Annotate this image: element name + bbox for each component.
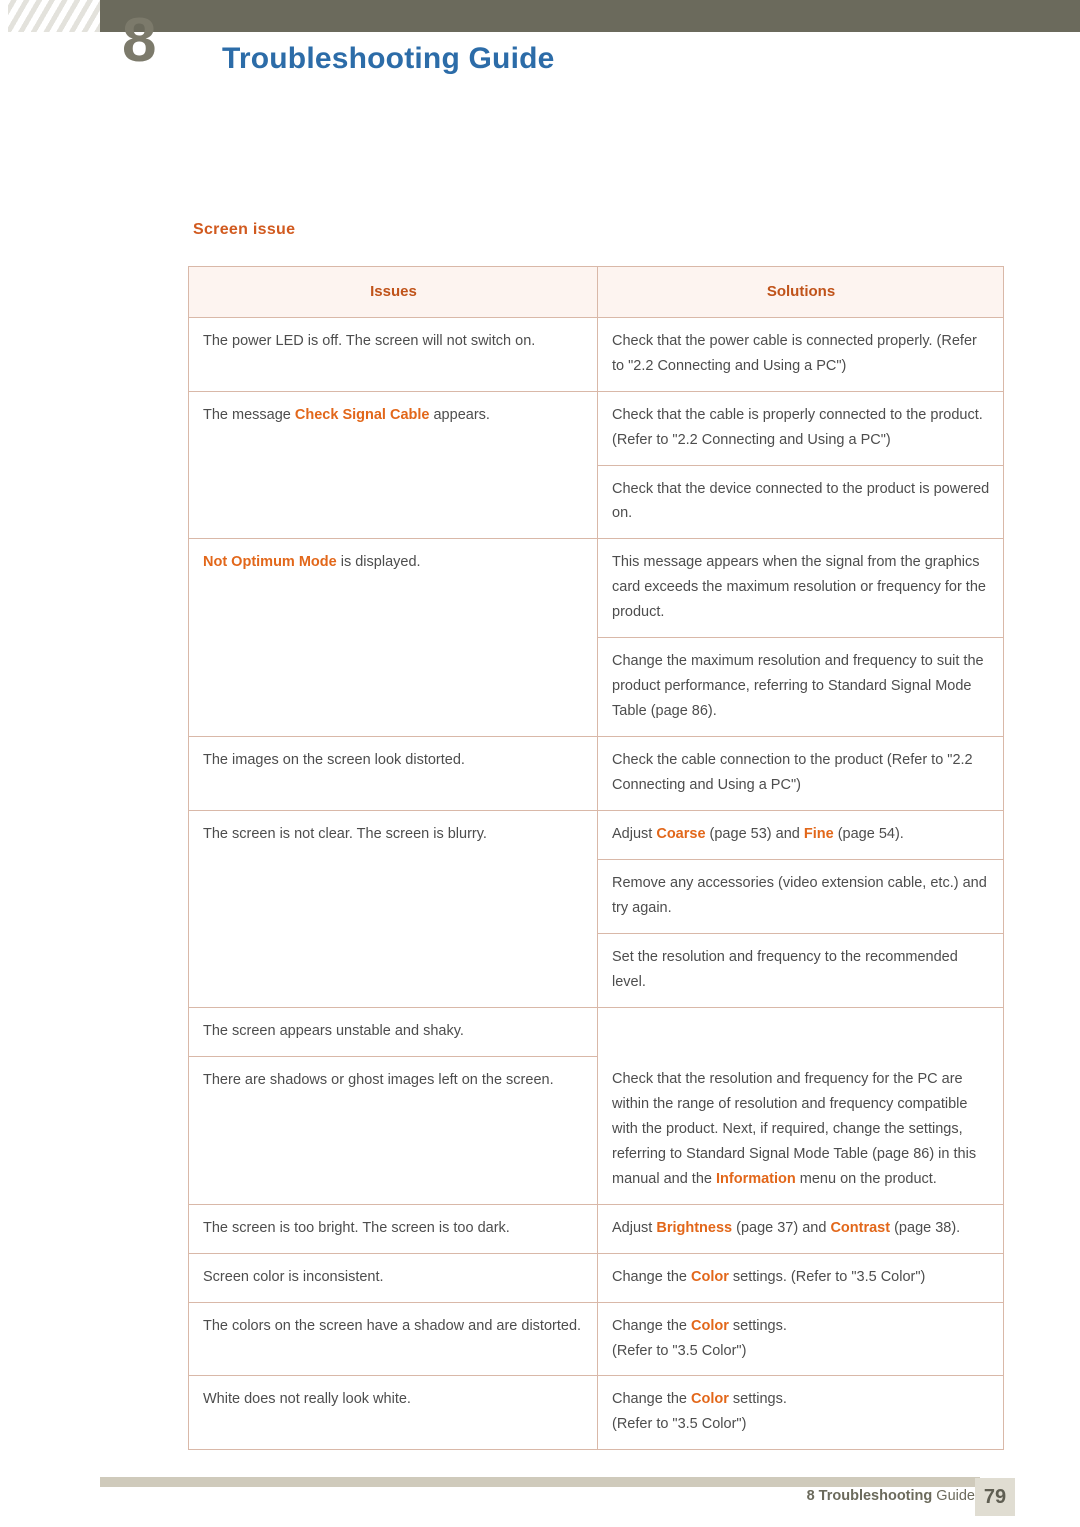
solution-cell: Change the Color settings. (Refer to "3.5…	[597, 1301, 1004, 1377]
header-hatch-pattern	[8, 0, 100, 32]
issue-cell: The screen is not clear. The screen is b…	[188, 809, 598, 1008]
header-hatch-block	[0, 0, 100, 32]
solution-cell: Change the maximum resolution and freque…	[597, 637, 1004, 738]
issue-cell: The colors on the screen have a shadow a…	[188, 1301, 598, 1377]
table-row: Not Optimum Mode is displayed. This messa…	[188, 538, 1004, 738]
solution-cell: Check the cable connection to the produc…	[597, 736, 1004, 811]
table-row: The screen is not clear. The screen is b…	[188, 809, 1004, 1008]
table-row: The images on the screen look distorted.…	[188, 736, 1004, 811]
table-row: White does not really look white. Change …	[188, 1375, 1004, 1451]
troubleshooting-table-wrapper: Issues Solutions The power LED is off. T…	[188, 266, 1004, 1451]
issue-cell: The message Check Signal Cable appears.	[188, 390, 598, 540]
column-header-solutions: Solutions	[597, 266, 1004, 318]
column-header-issues: Issues	[188, 266, 598, 318]
footer-chapter-bold: 8 Troubleshooting	[806, 1488, 933, 1504]
table-row: There are shadows or ghost images left o…	[188, 1055, 1004, 1205]
table-body: The power LED is off. The screen will no…	[188, 316, 1004, 1451]
solution-cell: Set the resolution and frequency to the …	[597, 932, 1004, 1008]
solution-cell: This message appears when the signal fro…	[597, 538, 1004, 639]
solution-cell: Check that the resolution and frequency …	[597, 1056, 1004, 1205]
solution-cell: Change the Color settings. (Refer to "3.…	[597, 1252, 1004, 1303]
top-header-bar	[0, 0, 1080, 32]
issue-cell: The images on the screen look distorted.	[188, 736, 598, 811]
issue-cell: Not Optimum Mode is displayed.	[188, 538, 598, 738]
issue-cell: There are shadows or ghost images left o…	[188, 1055, 598, 1205]
footer-chapter-label: 8 Troubleshooting Guide	[0, 1488, 975, 1504]
solution-cell: Change the Color settings. (Refer to "3.5…	[597, 1375, 1004, 1451]
solution-highlight: Color	[691, 1268, 729, 1285]
issue-cell: Screen color is inconsistent.	[188, 1252, 598, 1303]
solution-highlight: Color	[691, 1317, 729, 1334]
issue-cell: The power LED is off. The screen will no…	[188, 316, 598, 392]
solution-cell: Adjust Brightness (page 37) and Contrast…	[597, 1203, 1004, 1254]
solution-highlight: Brightness	[656, 1219, 733, 1236]
solution-cell: Check that the cable is properly connect…	[597, 390, 1004, 466]
table-row: The screen appears unstable and shaky.	[188, 1006, 1004, 1057]
footer-rule	[100, 1477, 980, 1487]
solution-highlight: Contrast	[830, 1219, 891, 1236]
solution-cell: Check that the power cable is connected …	[597, 316, 1004, 392]
table-row: The colors on the screen have a shadow a…	[188, 1301, 1004, 1377]
troubleshooting-table: Issues Solutions The power LED is off. T…	[188, 266, 1004, 1451]
issue-cell: The screen is too bright. The screen is …	[188, 1203, 598, 1254]
issue-cell: The screen appears unstable and shaky.	[188, 1006, 598, 1057]
table-header-row: Issues Solutions	[188, 266, 1004, 318]
issue-cell: White does not really look white.	[188, 1375, 598, 1451]
solution-cell: Remove any accessories (video extension …	[597, 858, 1004, 934]
table-row: The power LED is off. The screen will no…	[188, 316, 1004, 392]
chapter-number: 8	[122, 6, 156, 75]
issue-highlight: Not Optimum Mode	[203, 554, 337, 571]
issue-highlight: Check Signal Cable	[294, 406, 430, 423]
solution-cell: Adjust Coarse (page 53) and Fine (page 5…	[597, 809, 1004, 860]
solution-highlight: Coarse	[656, 825, 706, 842]
solution-highlight: Color	[691, 1391, 729, 1408]
table-row: The message Check Signal Cable appears. C…	[188, 390, 1004, 540]
table-row: Screen color is inconsistent. Change the …	[188, 1252, 1004, 1303]
section-title: Screen issue	[193, 221, 296, 238]
page-title: Troubleshooting Guide	[222, 42, 555, 75]
footer-chapter-rest: Guide	[932, 1488, 975, 1504]
solution-cell: Check that the device connected to the p…	[597, 464, 1004, 540]
solution-highlight: Fine	[803, 825, 834, 842]
solution-highlight: Information	[716, 1170, 796, 1187]
table-row: The screen is too bright. The screen is …	[188, 1203, 1004, 1254]
page-number: 79	[975, 1478, 1015, 1516]
solution-cell	[597, 1006, 1004, 1057]
